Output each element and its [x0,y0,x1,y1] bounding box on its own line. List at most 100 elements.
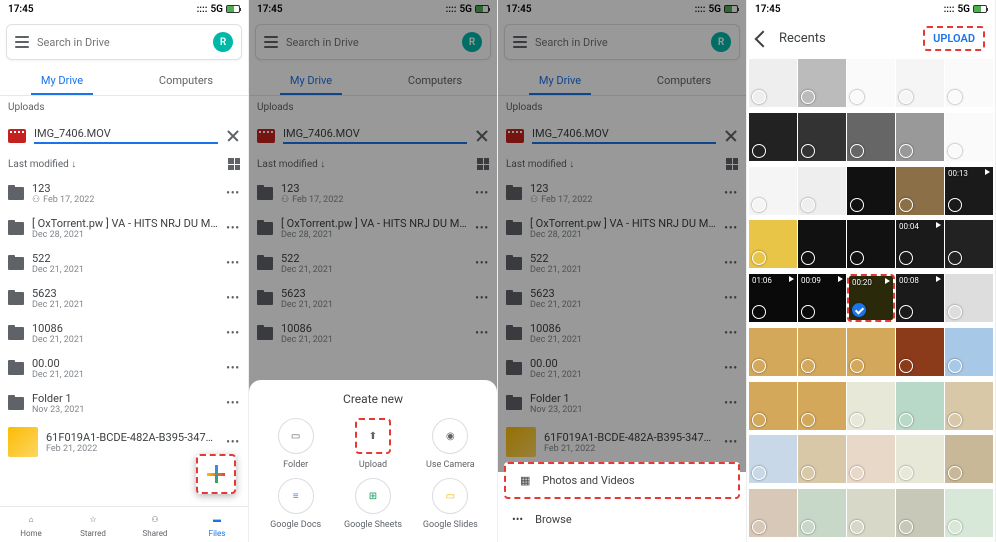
photo-item[interactable] [896,328,944,376]
select-circle[interactable] [752,305,766,319]
file-row[interactable]: 10086Dec 21, 2021••• [0,316,248,351]
photo-item[interactable] [798,382,846,430]
select-circle[interactable] [899,90,913,104]
view-toggle-icon[interactable] [228,158,240,170]
file-row[interactable]: 123⚇Feb 17, 2022••• [0,176,248,211]
photo-item[interactable] [798,435,846,483]
more-icon[interactable]: ••• [226,363,240,374]
sheet-item-folder[interactable]: ▭Folder [261,418,330,470]
back-icon[interactable] [755,30,772,47]
nav-home[interactable]: ⌂Home [0,511,62,538]
more-icon[interactable]: ••• [226,188,240,199]
select-circle[interactable] [948,359,962,373]
select-circle[interactable] [948,413,962,427]
select-circle[interactable] [752,198,766,212]
photo-item[interactable] [945,382,993,430]
select-circle[interactable] [801,90,815,104]
fab-new[interactable] [196,454,236,494]
select-circle[interactable] [801,144,815,158]
photo-item[interactable]: 00:04 [896,220,944,268]
search-input[interactable] [37,36,205,49]
photo-item[interactable] [945,113,993,161]
photo-item[interactable] [847,167,895,215]
select-circle[interactable] [948,90,962,104]
select-circle[interactable] [850,90,864,104]
photo-item[interactable] [798,113,846,161]
overlay[interactable] [498,0,746,472]
file-row[interactable]: Folder 1Nov 23, 2021••• [0,386,248,421]
upload-button[interactable]: UPLOAD [923,26,985,51]
photo-item[interactable] [798,59,846,107]
avatar[interactable]: R [213,32,233,52]
photo-item[interactable] [945,274,993,322]
select-circle[interactable] [801,305,815,319]
photo-item[interactable] [896,489,944,537]
select-circle[interactable] [899,198,913,212]
photo-item[interactable] [945,328,993,376]
select-circle[interactable] [850,413,864,427]
photo-item[interactable] [798,220,846,268]
menu-browse[interactable]: ••• Browse [498,503,746,536]
select-circle[interactable] [948,198,962,212]
select-circle[interactable] [948,144,962,158]
photo-item[interactable] [896,167,944,215]
select-circle[interactable] [852,303,866,317]
photo-item[interactable] [945,489,993,537]
photo-item[interactable] [847,220,895,268]
select-circle[interactable] [948,305,962,319]
select-circle[interactable] [752,90,766,104]
photo-item[interactable]: 00:08 [896,274,944,322]
photo-item[interactable] [847,382,895,430]
sheet-item-slides[interactable]: ▭Google Slides [416,478,485,530]
select-circle[interactable] [801,359,815,373]
tab-computers[interactable]: Computers [124,66,248,95]
select-circle[interactable] [899,144,913,158]
more-icon[interactable]: ••• [226,258,240,269]
select-circle[interactable] [752,144,766,158]
photo-item[interactable] [896,113,944,161]
photo-item[interactable] [798,489,846,537]
photo-item[interactable] [847,435,895,483]
photo-item[interactable]: 00:09 [798,274,846,322]
sheet-item-docs[interactable]: ≡Google Docs [261,478,330,530]
menu-photos-videos[interactable]: ▦ Photos and Videos [504,462,740,499]
sheet-item-sheets[interactable]: ⊞Google Sheets [338,478,407,530]
photo-item[interactable] [945,220,993,268]
more-icon[interactable]: ••• [226,437,240,448]
photo-item[interactable]: 00:20 [847,274,895,322]
select-circle[interactable] [899,305,913,319]
nav-files[interactable]: ▬Files [186,511,248,538]
more-icon[interactable]: ••• [226,293,240,304]
photo-item[interactable] [896,435,944,483]
file-row[interactable]: 00.00Dec 21, 2021••• [0,351,248,386]
photo-item[interactable] [749,489,797,537]
nav-starred[interactable]: ☆Starred [62,511,124,538]
select-circle[interactable] [850,359,864,373]
select-circle[interactable] [801,413,815,427]
photo-item[interactable] [749,59,797,107]
file-row[interactable]: 5623Dec 21, 2021••• [0,281,248,316]
menu-icon[interactable] [15,36,29,48]
photo-item[interactable] [945,59,993,107]
select-circle[interactable] [850,144,864,158]
photo-item[interactable] [896,382,944,430]
photo-item[interactable] [749,382,797,430]
photo-item[interactable] [847,59,895,107]
close-icon[interactable] [226,129,240,143]
file-row[interactable]: 522Dec 21, 2021••• [0,246,248,281]
photo-item[interactable] [749,435,797,483]
sheet-item-upload[interactable]: ⬆Upload [338,418,407,470]
select-circle[interactable] [801,198,815,212]
photo-item[interactable] [847,489,895,537]
select-circle[interactable] [752,413,766,427]
photo-item[interactable] [847,328,895,376]
file-row[interactable]: [ OxTorrent.pw ] VA - HITS NRJ DU MOMENT… [0,211,248,246]
select-circle[interactable] [850,198,864,212]
photo-item[interactable] [749,220,797,268]
select-circle[interactable] [752,359,766,373]
nav-shared[interactable]: ⚇Shared [124,511,186,538]
sort-select[interactable]: Last modified ↓ [8,159,76,170]
photo-item[interactable] [798,167,846,215]
photo-item[interactable] [749,113,797,161]
photo-item[interactable] [798,328,846,376]
